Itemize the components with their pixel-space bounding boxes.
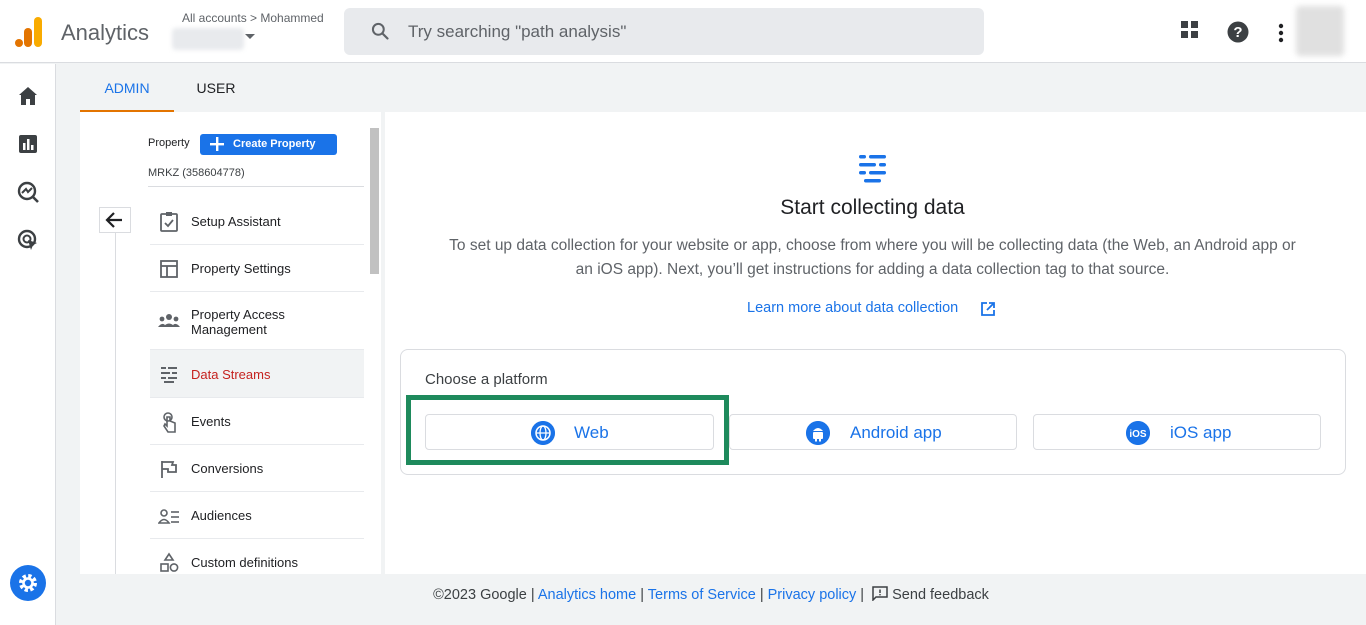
tab-user[interactable]: USER: [174, 64, 258, 112]
account-breadcrumb[interactable]: All accounts > Mohammed: [182, 11, 324, 25]
app-name: Analytics: [61, 20, 150, 45]
privacy-link[interactable]: Privacy policy: [768, 587, 857, 603]
audiences-icon: [158, 509, 179, 524]
nav-item-label: Events: [191, 414, 231, 429]
property-label: Property: [148, 137, 190, 149]
nav-item-label: Property Access Management: [191, 307, 285, 337]
nav-item-label: Conversions: [191, 461, 264, 476]
nav-item-property-settings[interactable]: Property Settings: [150, 245, 364, 292]
create-property-label: Create Property: [233, 138, 316, 150]
property-selector[interactable]: [172, 28, 244, 50]
analytics-home-link[interactable]: Analytics home: [538, 587, 636, 603]
ios-icon: iOS: [1126, 421, 1150, 445]
nav-item-conversions[interactable]: Conversions: [150, 445, 364, 492]
choose-platform-label: Choose a platform: [425, 371, 548, 388]
tab-admin[interactable]: ADMIN: [80, 64, 174, 112]
back-button[interactable]: [99, 207, 131, 233]
separator: |: [759, 587, 764, 603]
android-platform-button[interactable]: Android app: [729, 414, 1017, 450]
create-property-button[interactable]: Create Property: [200, 134, 337, 155]
flag-icon: [161, 461, 177, 478]
send-feedback-button[interactable]: Send feedback: [868, 586, 989, 603]
svg-text:iOS: iOS: [1129, 429, 1147, 440]
nav-item-label: Property Settings: [191, 261, 291, 276]
nav-item-label: Setup Assistant: [191, 214, 281, 229]
scrollbar[interactable]: [370, 128, 379, 274]
property-id: MRKZ (358604778): [148, 167, 245, 179]
learn-more-label: Learn more about data collection: [747, 300, 959, 316]
learn-more-link[interactable]: Learn more about data collection: [747, 300, 995, 316]
android-label: Android app: [850, 423, 942, 442]
ios-platform-button[interactable]: iOS iOS app: [1033, 414, 1321, 450]
arrow-back-icon: [105, 212, 122, 228]
property-settings-icon: [160, 260, 178, 278]
send-feedback-label: Send feedback: [892, 587, 989, 603]
nav-item-audiences[interactable]: Audiences: [150, 492, 364, 539]
platform-card: Choose a platform Web Android app iOS iO…: [400, 349, 1346, 475]
more-vert-icon[interactable]: [1278, 23, 1284, 43]
nav-item-data-streams[interactable]: Data Streams: [150, 350, 364, 398]
search-bar[interactable]: [344, 8, 984, 55]
plus-icon: [210, 137, 224, 151]
gear-icon: [19, 574, 37, 592]
page-title: Start collecting data: [780, 196, 965, 219]
top-bar: Analytics All accounts > Mohammed ?: [0, 0, 1366, 63]
nav-item-label: Data Streams: [191, 367, 271, 382]
separator: |: [640, 587, 645, 603]
people-icon: [158, 314, 180, 327]
explore-icon[interactable]: [17, 181, 39, 203]
property-column: Property Create Property MRKZ (358604778…: [80, 112, 381, 574]
footer: ©2023 Google | Analytics home | Terms of…: [56, 586, 1366, 603]
android-icon: [806, 421, 830, 445]
admin-settings-button[interactable]: [10, 565, 46, 601]
separator: |: [860, 587, 865, 603]
nav-item-property-access-management[interactable]: Property Access Management: [150, 292, 364, 350]
search-icon: [371, 22, 389, 40]
highlight-box: [406, 395, 729, 465]
page-description: To set up data collection for your websi…: [449, 237, 1296, 278]
shapes-icon: [160, 552, 179, 572]
main-panel: Start collecting data To set up data col…: [385, 112, 1366, 574]
separator: |: [530, 587, 535, 603]
copyright: ©2023 Google: [433, 587, 527, 603]
nav-item-label: Custom definitions: [191, 555, 298, 570]
nav-item-setup-assistant[interactable]: Setup Assistant: [150, 198, 364, 245]
avatar[interactable]: [1296, 6, 1344, 56]
ios-label: iOS app: [1170, 423, 1232, 442]
search-input[interactable]: [408, 8, 968, 55]
terms-link[interactable]: Terms of Service: [648, 587, 756, 603]
divider: [148, 186, 364, 187]
nav-item-label: Audiences: [191, 508, 252, 523]
tree-connector: [115, 233, 116, 574]
home-icon[interactable]: [17, 86, 39, 106]
caret-down-icon[interactable]: [245, 34, 255, 39]
nav-item-custom-definitions[interactable]: Custom definitions: [150, 539, 364, 574]
data-streams-icon: [161, 367, 177, 383]
advertising-icon[interactable]: [17, 229, 39, 251]
analytics-logo-icon[interactable]: [15, 17, 43, 47]
left-nav-rail: [0, 64, 56, 625]
svg-text:?: ?: [1233, 24, 1242, 41]
reports-icon[interactable]: [17, 134, 39, 154]
checklist-icon: [160, 212, 178, 232]
data-streams-icon: [859, 155, 886, 183]
apps-grid-icon[interactable]: [1180, 20, 1200, 40]
feedback-icon: [872, 586, 888, 602]
help-icon[interactable]: ?: [1227, 21, 1249, 43]
open-in-new-icon: [981, 302, 995, 316]
touch-icon: [163, 412, 176, 433]
nav-item-events[interactable]: Events: [150, 398, 364, 445]
